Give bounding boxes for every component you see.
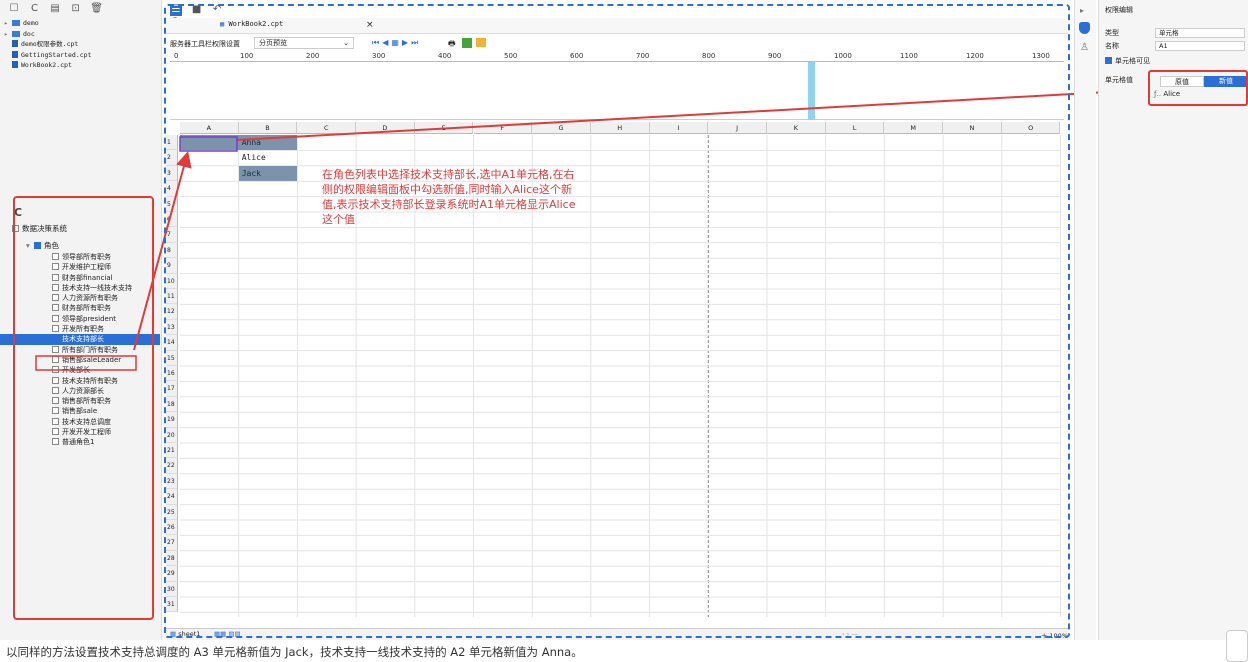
sheet-icon: ▦: [170, 630, 177, 638]
chevron-right-icon[interactable]: ▸: [1080, 6, 1084, 15]
shield-icon[interactable]: [1079, 22, 1090, 34]
type-label: 类型: [1105, 29, 1119, 37]
name-label: 名称: [1105, 42, 1119, 50]
name-value: A1: [1155, 41, 1245, 51]
panel-title: 权限编辑: [1105, 6, 1133, 14]
right-icon-strip: ▸ ♙: [1074, 0, 1096, 640]
zoom-level[interactable]: ＋ 100%: [1041, 630, 1068, 640]
caption-text: 以同样的方法设置技术支持总调度的 A3 单元格新值为 Jack，技术支持一线技术…: [6, 645, 583, 659]
checkbox[interactable]: [1105, 57, 1112, 64]
add-sheet-icon[interactable]: ▦▦ ▤▤: [214, 630, 241, 638]
type-value: 单元格: [1155, 28, 1245, 38]
arrow-line: [133, 151, 192, 351]
annotation-arrows: [35, 82, 1149, 371]
sheet-bar: ▦ sheet1 ▦▦ ▤▤ ＋ 100% ‹ › —: [166, 628, 1068, 640]
highlight-box: [1148, 70, 1248, 106]
user-icon[interactable]: ♙: [1080, 42, 1089, 53]
scroll-arrows[interactable]: ‹ › —: [842, 630, 858, 638]
selected-cell-outline: [179, 136, 238, 152]
role-highlight: [35, 355, 137, 371]
sheet-tab[interactable]: ▦ sheet1: [170, 630, 200, 638]
feedback-icon[interactable]: [1226, 630, 1248, 662]
visible-checkbox-row[interactable]: 单元格可见: [1105, 56, 1150, 66]
cell-value-label: 单元格值: [1105, 76, 1133, 84]
arrow-line: [235, 82, 1149, 141]
